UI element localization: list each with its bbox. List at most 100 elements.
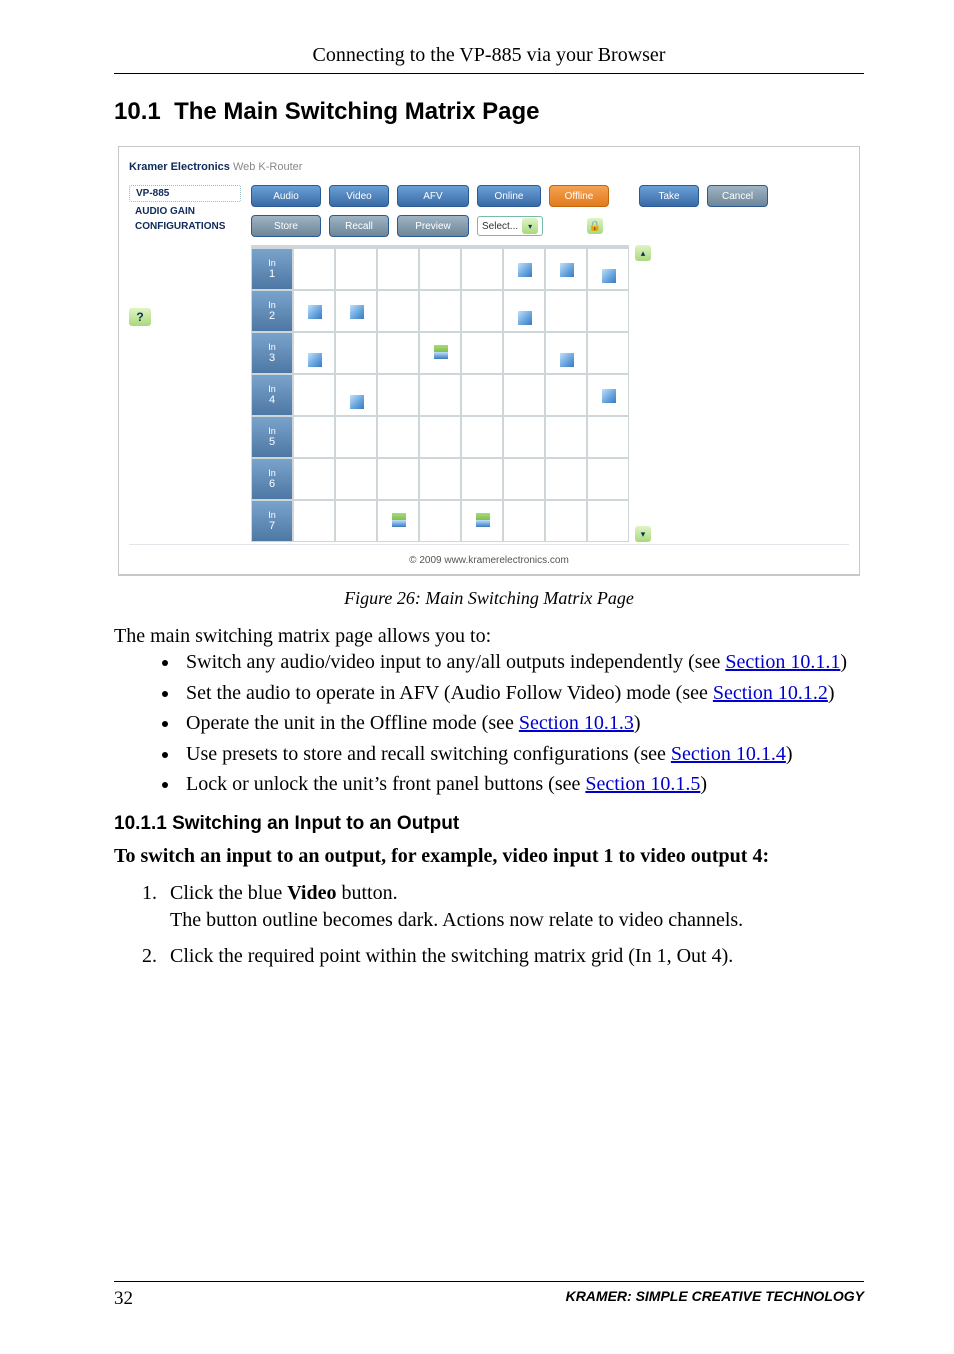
preset-select[interactable]: Select... ▾ [477, 216, 543, 236]
app-brand: Kramer Electronics Web K-Router [129, 161, 849, 173]
matrix-cell[interactable] [293, 374, 335, 416]
matrix-cell[interactable] [461, 416, 503, 458]
afv-button[interactable]: AFV [397, 185, 469, 207]
matrix-cell[interactable] [503, 458, 545, 500]
matrix-cell[interactable] [587, 500, 629, 542]
offline-button[interactable]: Offline [549, 185, 609, 207]
row-label: In4 [251, 374, 293, 416]
list-item: Use presets to store and recall switchin… [180, 741, 864, 767]
lock-icon[interactable]: 🔒 [587, 218, 603, 234]
matrix-cell[interactable] [461, 332, 503, 374]
matrix-cell[interactable] [293, 332, 335, 374]
matrix-cell[interactable] [587, 290, 629, 332]
preset-select-label: Select... [482, 221, 518, 232]
section-link[interactable]: Section 10.1.3 [519, 712, 634, 734]
section-link[interactable]: Section 10.1.2 [713, 682, 828, 704]
matrix-cell[interactable] [503, 416, 545, 458]
matrix-cell[interactable] [503, 332, 545, 374]
matrix-row: In3 [251, 332, 629, 374]
matrix-cell[interactable] [377, 290, 419, 332]
matrix-cell[interactable] [335, 416, 377, 458]
row-label: In2 [251, 290, 293, 332]
sidebar-device-box[interactable]: VP-885 [129, 185, 241, 202]
matrix-cell[interactable] [461, 374, 503, 416]
matrix-cell[interactable] [293, 500, 335, 542]
cancel-button[interactable]: Cancel [707, 185, 768, 207]
section-title: The Main Switching Matrix Page [174, 98, 539, 125]
step-item: Click the required point within the swit… [162, 943, 864, 969]
matrix-cell[interactable] [419, 374, 461, 416]
matrix-cell[interactable] [419, 416, 461, 458]
video-button[interactable]: Video [329, 185, 389, 207]
section-heading: 10.1 The Main Switching Matrix Page [114, 98, 864, 126]
matrix-cell[interactable] [377, 248, 419, 290]
matrix-cell[interactable] [335, 290, 377, 332]
matrix-cell[interactable] [587, 374, 629, 416]
matrix-row: In5 [251, 416, 629, 458]
section-link[interactable]: Section 10.1.5 [585, 773, 700, 795]
matrix-cell[interactable] [419, 290, 461, 332]
matrix-cell[interactable] [335, 374, 377, 416]
matrix-cell[interactable] [587, 248, 629, 290]
matrix-row: In1 [251, 248, 629, 290]
matrix-cell[interactable] [377, 500, 419, 542]
preview-button[interactable]: Preview [397, 215, 469, 237]
row-label: In7 [251, 500, 293, 542]
matrix-cell[interactable] [587, 416, 629, 458]
matrix-cell[interactable] [377, 458, 419, 500]
matrix-cell[interactable] [377, 416, 419, 458]
matrix-scrollbar[interactable]: ▴ ▾ [635, 245, 651, 542]
matrix-cell[interactable] [545, 500, 587, 542]
matrix-cell[interactable] [461, 500, 503, 542]
matrix-cell[interactable] [503, 290, 545, 332]
step-item: Click the blue Video button. The button … [162, 880, 864, 933]
audio-button[interactable]: Audio [251, 185, 321, 207]
matrix-cell[interactable] [419, 458, 461, 500]
section-link[interactable]: Section 10.1.4 [671, 743, 786, 765]
matrix-cell[interactable] [545, 416, 587, 458]
matrix-cell[interactable] [419, 332, 461, 374]
switching-matrix: In1 In2 [251, 245, 629, 542]
matrix-cell[interactable] [335, 332, 377, 374]
matrix-cell[interactable] [335, 248, 377, 290]
matrix-cell[interactable] [335, 458, 377, 500]
matrix-cell[interactable] [419, 248, 461, 290]
online-button[interactable]: Online [477, 185, 541, 207]
store-button[interactable]: Store [251, 215, 321, 237]
matrix-cell[interactable] [335, 500, 377, 542]
matrix-cell[interactable] [377, 332, 419, 374]
matrix-cell[interactable] [545, 290, 587, 332]
matrix-cell[interactable] [461, 458, 503, 500]
matrix-cell[interactable] [545, 374, 587, 416]
matrix-cell[interactable] [587, 458, 629, 500]
matrix-cell[interactable] [377, 374, 419, 416]
list-item: Lock or unlock the unit’s front panel bu… [180, 771, 864, 797]
dropdown-icon[interactable]: ▾ [522, 218, 538, 234]
subsection-heading: 10.1.1 Switching an Input to an Output [114, 813, 864, 835]
matrix-cell[interactable] [587, 332, 629, 374]
section-number: 10.1 [114, 98, 161, 125]
row-label: In1 [251, 248, 293, 290]
matrix-cell[interactable] [293, 458, 335, 500]
matrix-cell[interactable] [545, 458, 587, 500]
matrix-cell[interactable] [503, 500, 545, 542]
matrix-cell[interactable] [293, 248, 335, 290]
matrix-cell[interactable] [461, 290, 503, 332]
scroll-up-icon[interactable]: ▴ [635, 245, 651, 261]
matrix-cell[interactable] [503, 374, 545, 416]
section-link[interactable]: Section 10.1.1 [725, 651, 840, 673]
take-button[interactable]: Take [639, 185, 699, 207]
matrix-cell[interactable] [545, 332, 587, 374]
recall-button[interactable]: Recall [329, 215, 389, 237]
scroll-down-icon[interactable]: ▾ [635, 526, 651, 542]
matrix-cell[interactable] [503, 248, 545, 290]
matrix-cell[interactable] [545, 248, 587, 290]
row-label: In5 [251, 416, 293, 458]
matrix-cell[interactable] [461, 248, 503, 290]
sidebar-link-audio-gain[interactable]: AUDIO GAIN [129, 204, 241, 219]
matrix-cell[interactable] [293, 416, 335, 458]
sidebar-link-configurations[interactable]: CONFIGURATIONS [129, 219, 241, 234]
matrix-cell[interactable] [293, 290, 335, 332]
matrix-cell[interactable] [419, 500, 461, 542]
help-icon[interactable]: ? [129, 308, 151, 326]
